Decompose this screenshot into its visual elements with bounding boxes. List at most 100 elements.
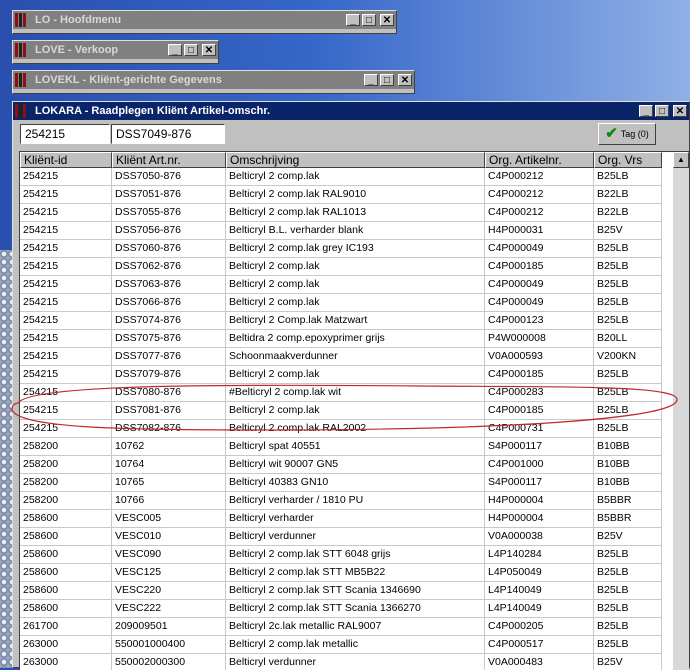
cell-org-article: V0A000593 xyxy=(485,348,594,366)
table-row[interactable]: 261700 209009501 Belticryl 2c.lak metallic… xyxy=(20,618,689,636)
cell-client-art: DSS7062-876 xyxy=(112,258,226,276)
table-row[interactable]: 254215 DSS7062-876 Belticryl 2 comp.lak C4P… xyxy=(20,258,689,276)
table-row[interactable]: 258600 VESC005 Belticryl verharder H4P00000… xyxy=(20,510,689,528)
cell-org-version: B25LB xyxy=(594,240,662,258)
table-row[interactable]: 254215 DSS7080-876 #Belticryl 2 comp.lak w… xyxy=(20,384,689,402)
cell-org-version: B20LL xyxy=(594,330,662,348)
table-row[interactable]: 254215 DSS7079-876 Belticryl 2 comp.lak C4P… xyxy=(20,366,689,384)
window-lovekl-titlebar[interactable]: LOVEKL - Kliënt-gerichte Gegevens _ □ ✕ xyxy=(13,71,414,89)
close-button[interactable]: ✕ xyxy=(398,74,412,86)
table-row[interactable]: 258200 10766 Belticryl verharder / 1810 PU… xyxy=(20,492,689,510)
table-row[interactable]: 254215 DSS7063-876 Belticryl 2 comp.lak C4P… xyxy=(20,276,689,294)
cell-org-version: B22LB xyxy=(594,186,662,204)
cell-org-version: B25LB xyxy=(594,276,662,294)
table-row[interactable]: 258600 VESC125 Belticryl 2 comp.lak STT MB… xyxy=(20,564,689,582)
window-love-titlebar[interactable]: LOVE - Verkoop _ □ ✕ xyxy=(13,41,218,59)
cell-org-version: B25LB xyxy=(594,168,662,186)
vertical-scrollbar[interactable]: ▲ xyxy=(673,152,689,670)
maximize-button[interactable]: □ xyxy=(362,14,376,26)
table-row[interactable]: 258600 VESC010 Belticryl verdunner V0A00003… xyxy=(20,528,689,546)
cell-client-id: 254215 xyxy=(20,348,112,366)
tag-button[interactable]: ✔ Tag (0) xyxy=(598,123,656,145)
cell-client-art: DSS7081-876 xyxy=(112,402,226,420)
window-love[interactable]: LOVE - Verkoop _ □ ✕ xyxy=(12,40,219,64)
cell-client-art: VESC090 xyxy=(112,546,226,564)
client-art-field[interactable]: DSS7049-876 xyxy=(111,124,225,144)
cell-client-id: 254215 xyxy=(20,294,112,312)
cell-client-art: 10764 xyxy=(112,456,226,474)
app-icon xyxy=(15,43,31,57)
article-table[interactable]: Kliënt-id Kliënt Art.nr. Omschrijving Org. … xyxy=(19,151,689,670)
table-row[interactable]: 254215 DSS7081-876 Belticryl 2 comp.lak C4P… xyxy=(20,402,689,420)
cell-client-id: 254215 xyxy=(20,312,112,330)
window-lo-titlebar[interactable]: LO - Hoofdmenu _ □ ✕ xyxy=(13,11,396,29)
cell-client-id: 254215 xyxy=(20,384,112,402)
cell-client-art: 550001000400 xyxy=(112,636,226,654)
cell-client-id: 254215 xyxy=(20,204,112,222)
table-row[interactable]: 254215 DSS7082-876 Belticryl 2 comp.lak RA… xyxy=(20,420,689,438)
column-header-description[interactable]: Omschrijving xyxy=(226,152,485,168)
app-icon xyxy=(15,73,31,87)
cell-client-id: 258600 xyxy=(20,582,112,600)
close-button[interactable]: ✕ xyxy=(202,44,216,56)
table-row[interactable]: 258200 10762 Belticryl spat 40551 S4P000117… xyxy=(20,438,689,456)
table-row[interactable]: 258600 VESC220 Belticryl 2 comp.lak STT Sc… xyxy=(20,582,689,600)
cell-org-article: C4P000049 xyxy=(485,240,594,258)
cell-org-version: B25V xyxy=(594,528,662,546)
maximize-button[interactable]: □ xyxy=(184,44,198,56)
cell-org-article: C4P000049 xyxy=(485,276,594,294)
table-row[interactable]: 254215 DSS7077-876 Schoonmaakverdunner V0A0… xyxy=(20,348,689,366)
window-lokara-titlebar[interactable]: LOKARA - Raadplegen Kliënt Artikel-omsch… xyxy=(13,102,689,120)
table-row[interactable]: 254215 DSS7056-876 Belticryl B.L. verharde… xyxy=(20,222,689,240)
table-row[interactable]: 254215 DSS7074-876 Belticryl 2 Comp.lak Ma… xyxy=(20,312,689,330)
cell-client-art: 10766 xyxy=(112,492,226,510)
cell-org-article: L4P140049 xyxy=(485,582,594,600)
cell-org-article: H4P000004 xyxy=(485,492,594,510)
table-row[interactable]: 254215 DSS7060-876 Belticryl 2 comp.lak gr… xyxy=(20,240,689,258)
window-lovekl[interactable]: LOVEKL - Kliënt-gerichte Gegevens _ □ ✕ xyxy=(12,70,415,94)
table-row[interactable]: 258600 VESC222 Belticryl 2 comp.lak STT Sc… xyxy=(20,600,689,618)
minimize-button[interactable]: _ xyxy=(168,44,182,56)
table-row[interactable]: 254215 DSS7075-876 Beltidra 2 comp.epoxypr… xyxy=(20,330,689,348)
maximize-button[interactable]: □ xyxy=(380,74,394,86)
table-row[interactable]: 258200 10765 Belticryl 40383 GN10 S4P000117… xyxy=(20,474,689,492)
table-row[interactable]: 254215 DSS7055-876 Belticryl 2 comp.lak RA… xyxy=(20,204,689,222)
table-row[interactable]: 254215 DSS7066-876 Belticryl 2 comp.lak C4P… xyxy=(20,294,689,312)
cell-org-article: C4P000185 xyxy=(485,402,594,420)
cell-description: Belticryl verharder / 1810 PU xyxy=(226,492,485,510)
table-row[interactable]: 258600 VESC090 Belticryl 2 comp.lak STT 60… xyxy=(20,546,689,564)
table-row[interactable]: 254215 DSS7051-876 Belticryl 2 comp.lak RA… xyxy=(20,186,689,204)
table-row[interactable]: 254215 DSS7050-876 Belticryl 2 comp.lak C4P… xyxy=(20,168,689,186)
window-title: LOVE - Verkoop xyxy=(35,44,119,56)
window-title: LO - Hoofdmenu xyxy=(35,14,122,26)
table-row[interactable]: 258200 10764 Belticryl wit 90007 GN5 C4P001… xyxy=(20,456,689,474)
cell-org-article: L4P050049 xyxy=(485,564,594,582)
scroll-up-button[interactable]: ▲ xyxy=(673,152,689,168)
column-header-org-version[interactable]: Org. Vrs xyxy=(594,152,662,168)
cell-org-version: B25LB xyxy=(594,258,662,276)
cell-client-art: 209009501 xyxy=(112,618,226,636)
close-button[interactable]: ✕ xyxy=(673,105,687,117)
minimize-button[interactable]: _ xyxy=(639,105,653,117)
close-button[interactable]: ✕ xyxy=(380,14,394,26)
column-header-client-art[interactable]: Kliënt Art.nr. xyxy=(112,152,226,168)
cell-client-art: DSS7066-876 xyxy=(112,294,226,312)
maximize-button[interactable]: □ xyxy=(655,105,669,117)
column-header-org-article[interactable]: Org. Artikelnr. xyxy=(485,152,594,168)
cell-description: Schoonmaakverdunner xyxy=(226,348,485,366)
cell-client-id: 261700 xyxy=(20,618,112,636)
minimize-button[interactable]: _ xyxy=(364,74,378,86)
cell-org-version: B25LB xyxy=(594,294,662,312)
client-id-field[interactable]: 254215 xyxy=(20,124,110,144)
cell-description: Belticryl 2 comp.lak RAL2002 xyxy=(226,420,485,438)
cell-client-art: DSS7077-876 xyxy=(112,348,226,366)
cell-org-version: B25LB xyxy=(594,402,662,420)
table-row[interactable]: 263000 550001000400 Belticryl 2 comp.lak m… xyxy=(20,636,689,654)
window-lokara[interactable]: LOKARA - Raadplegen Kliënt Artikel-omsch… xyxy=(12,101,690,670)
column-header-client-id[interactable]: Kliënt-id xyxy=(20,152,112,168)
cell-client-art: DSS7080-876 xyxy=(112,384,226,402)
window-lo[interactable]: LO - Hoofdmenu _ □ ✕ xyxy=(12,10,397,34)
table-header: Kliënt-id Kliënt Art.nr. Omschrijving Org. … xyxy=(20,152,689,168)
minimize-button[interactable]: _ xyxy=(346,14,360,26)
cell-client-id: 258600 xyxy=(20,510,112,528)
